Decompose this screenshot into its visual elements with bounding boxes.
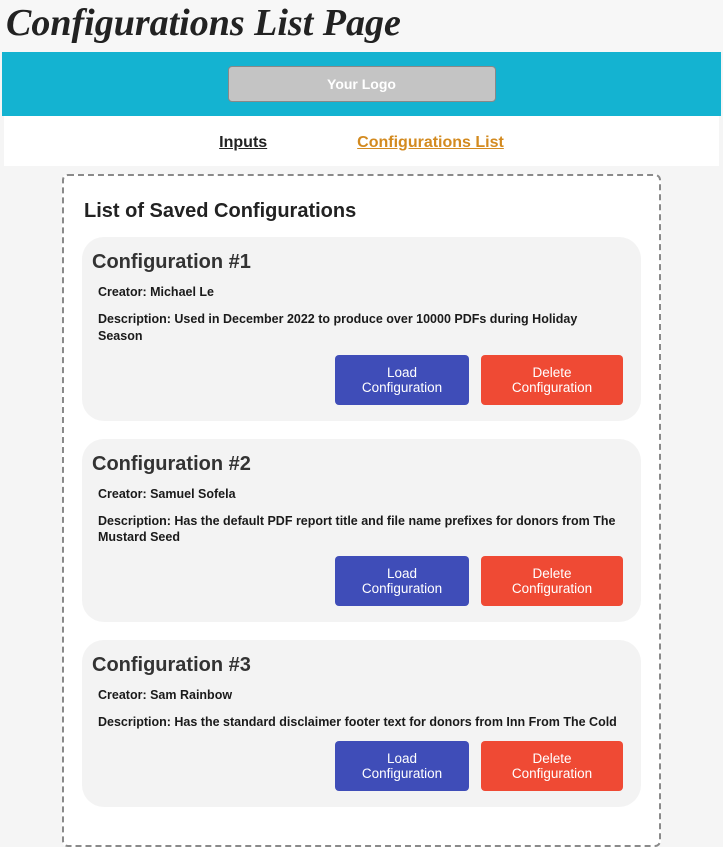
delete-configuration-button[interactable]: Delete Configuration [481,741,623,791]
load-configuration-button[interactable]: Load Configuration [335,556,469,606]
card-actions: Load Configuration Delete Configuration [92,556,623,606]
tab-bar: Inputs Configurations List [4,116,719,166]
configuration-description: Description: Has the default PDF report … [98,513,623,547]
tab-inputs[interactable]: Inputs [219,134,267,152]
configuration-creator: Creator: Michael Le [98,284,623,301]
tab-configurations-list[interactable]: Configurations List [357,134,504,152]
configuration-creator: Creator: Samuel Sofela [98,486,623,503]
configuration-title: Configuration #3 [92,654,623,677]
configuration-description: Description: Used in December 2022 to pr… [98,311,623,345]
load-configuration-button[interactable]: Load Configuration [335,355,469,405]
configuration-card: Configuration #3 Creator: Sam Rainbow De… [82,640,641,807]
card-actions: Load Configuration Delete Configuration [92,355,623,405]
configuration-description: Description: Has the standard disclaimer… [98,714,623,731]
configuration-card: Configuration #1 Creator: Michael Le Des… [82,237,641,421]
configuration-title: Configuration #1 [92,251,623,274]
configuration-card: Configuration #2 Creator: Samuel Sofela … [82,439,641,623]
configurations-panel: List of Saved Configurations Configurati… [62,174,661,847]
page-title: Configurations List Page [0,0,723,52]
logo-bar: Your Logo [2,52,721,116]
load-configuration-button[interactable]: Load Configuration [335,741,469,791]
delete-configuration-button[interactable]: Delete Configuration [481,556,623,606]
card-actions: Load Configuration Delete Configuration [92,741,623,791]
delete-configuration-button[interactable]: Delete Configuration [481,355,623,405]
configuration-title: Configuration #2 [92,453,623,476]
list-heading: List of Saved Configurations [84,200,641,223]
configuration-creator: Creator: Sam Rainbow [98,687,623,704]
logo-placeholder: Your Logo [228,66,496,102]
